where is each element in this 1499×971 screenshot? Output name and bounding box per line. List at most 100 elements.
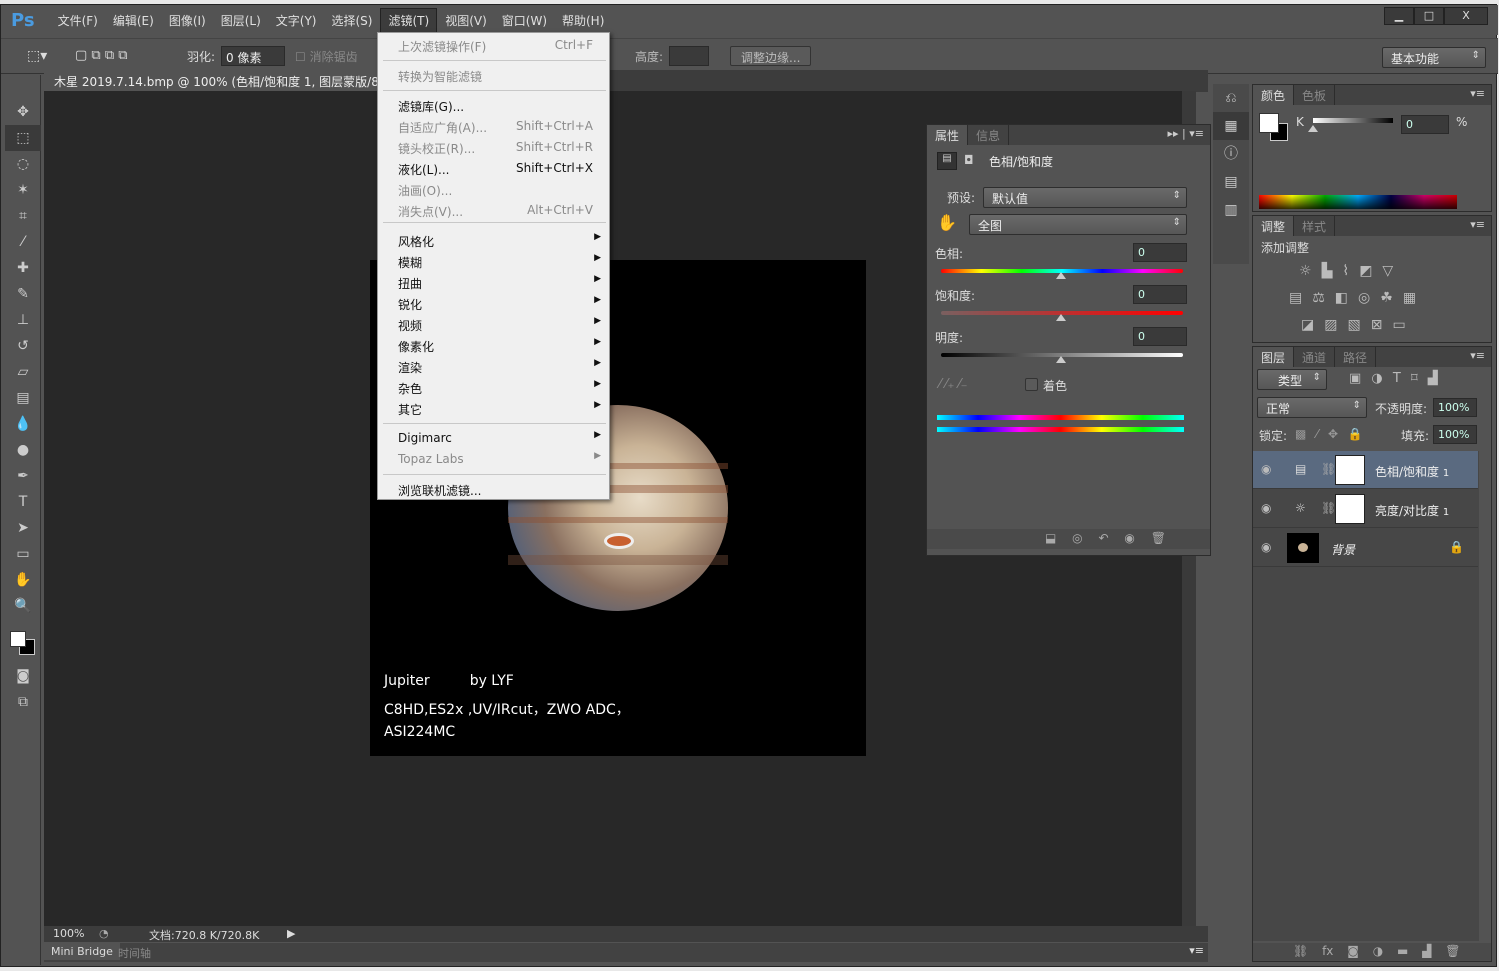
layer-name[interactable]: 背景: [1331, 541, 1355, 558]
new-group-icon[interactable]: ▬: [1397, 944, 1408, 958]
filter-menu-item[interactable]: 视频 ▶: [378, 315, 609, 336]
layer-name[interactable]: 色相/饱和度 1: [1375, 463, 1449, 480]
clip-to-layer-icon[interactable]: ⬓: [1045, 531, 1056, 545]
colorize-checkbox[interactable]: [1025, 378, 1038, 391]
delete-layer-icon[interactable]: 🗑: [1445, 944, 1460, 958]
pen-tool-icon[interactable]: ✒: [5, 463, 41, 489]
tab-mini-bridge[interactable]: Mini Bridge: [44, 943, 120, 960]
notes-icon[interactable]: ▥: [1213, 196, 1249, 224]
info-icon[interactable]: ⓘ: [1213, 140, 1249, 168]
menu-file[interactable]: 文件(F): [51, 9, 105, 32]
feather-input[interactable]: 0 像素: [221, 46, 285, 66]
new-layer-icon[interactable]: ▟: [1422, 944, 1431, 958]
marquee-preset-icon[interactable]: ⬚▾: [27, 48, 47, 64]
workspace-select[interactable]: 基本功能: [1382, 47, 1486, 68]
filter-menu-item[interactable]: 镜头校正(R)... Shift+Ctrl+R: [378, 138, 609, 159]
layer-row[interactable]: ◉ ▤ ⛓ 色相/饱和度 1: [1253, 451, 1478, 489]
zoom-tool-icon[interactable]: 🔍: [5, 593, 41, 619]
invert-icon[interactable]: ◪: [1301, 317, 1314, 333]
layer-filter-icons[interactable]: ▣ ◑ T ⌑ ▟: [1349, 371, 1438, 386]
magic-wand-tool-icon[interactable]: ✶: [5, 177, 41, 203]
document-tab[interactable]: 木星 2019.7.14.bmp @ 100% (色相/饱和度 1, 图层蒙版/…: [44, 70, 384, 92]
delete-icon[interactable]: 🗑: [1151, 531, 1166, 545]
quick-mask-icon[interactable]: ◙: [5, 663, 41, 689]
tab-properties[interactable]: 属性: [927, 125, 969, 145]
filter-menu-item[interactable]: Digimarc ▶: [378, 429, 609, 450]
eyedropper-tool-icon[interactable]: ⁄: [5, 229, 41, 255]
gradient-map-icon[interactable]: ▭: [1392, 317, 1405, 333]
hue-saturation-icon[interactable]: ▤: [1289, 290, 1302, 306]
maximize-button[interactable]: □: [1414, 7, 1444, 25]
saturation-input[interactable]: 0: [1133, 285, 1187, 304]
screen-mode-icon[interactable]: ⧉: [5, 689, 41, 715]
menu-edit[interactable]: 编辑(E): [106, 9, 161, 32]
history-brush-tool-icon[interactable]: ↺: [5, 333, 41, 359]
panel-menu-icon[interactable]: ▾≡: [1189, 944, 1204, 957]
menu-image[interactable]: 图像(I): [162, 9, 213, 32]
crop-tool-icon[interactable]: ⌗: [5, 203, 41, 229]
layer-mask-thumbnail[interactable]: [1335, 494, 1365, 524]
filter-menu-item[interactable]: 上次滤镜操作(F) Ctrl+F: [378, 36, 609, 57]
filter-menu-item[interactable]: 滤镜库(G)...: [378, 96, 609, 117]
marquee-tool-icon[interactable]: ⬚: [5, 125, 41, 151]
menu-type[interactable]: 文字(Y): [269, 9, 324, 32]
lasso-tool-icon[interactable]: ◌: [5, 151, 41, 177]
height-input[interactable]: [669, 46, 709, 66]
zoom-level[interactable]: 100%: [53, 927, 84, 940]
new-adjustment-icon[interactable]: ◑: [1373, 944, 1383, 958]
dodge-tool-icon[interactable]: ●: [5, 437, 41, 463]
gradient-tool-icon[interactable]: ▤: [5, 385, 41, 411]
curves-icon[interactable]: ⌇: [1342, 263, 1349, 279]
vibrance-icon[interactable]: ▽: [1382, 263, 1393, 279]
filter-menu-item[interactable]: 风格化 ▶: [378, 231, 609, 252]
brightness-icon[interactable]: ☼: [1299, 263, 1312, 279]
fill-input[interactable]: 100%: [1433, 425, 1477, 444]
status-icon[interactable]: ◔: [99, 927, 109, 940]
filter-menu-item[interactable]: 浏览联机滤镜...: [378, 480, 609, 501]
k-value-input[interactable]: 0: [1401, 115, 1449, 134]
range-select[interactable]: 全图: [969, 214, 1187, 235]
threshold-icon[interactable]: ▧: [1347, 317, 1360, 333]
mask-icon[interactable]: ◘: [964, 153, 974, 167]
color-lookup-icon[interactable]: ▦: [1403, 290, 1416, 306]
panel-menu-icon[interactable]: ▾≡: [1470, 87, 1485, 100]
color-swatches[interactable]: [5, 619, 40, 663]
move-tool-icon[interactable]: ✥: [5, 99, 41, 125]
filter-menu-item[interactable]: 杂色 ▶: [378, 378, 609, 399]
filter-menu-item[interactable]: Topaz Labs ▶: [378, 450, 609, 471]
lightness-slider-thumb[interactable]: [1056, 356, 1066, 363]
lightness-input[interactable]: 0: [1133, 327, 1187, 346]
panel-menu-icon[interactable]: ▸▸ | ▾≡: [1168, 127, 1204, 140]
menu-select[interactable]: 选择(S): [325, 9, 380, 32]
view-previous-icon[interactable]: ◎: [1072, 531, 1082, 545]
filter-menu-item[interactable]: 渲染 ▶: [378, 357, 609, 378]
target-adjust-hand-icon[interactable]: ✋: [937, 213, 957, 232]
tab-timeline[interactable]: 时间轴: [118, 945, 151, 961]
tab-channels[interactable]: 通道: [1294, 347, 1336, 367]
history-icon[interactable]: ⎌: [1213, 84, 1249, 112]
visibility-eye-icon[interactable]: ◉: [1261, 462, 1271, 476]
path-select-tool-icon[interactable]: ➤: [5, 515, 41, 541]
k-slider[interactable]: [1313, 118, 1393, 123]
filter-menu-item[interactable]: 油画(O)...: [378, 180, 609, 201]
posterize-icon[interactable]: ▨: [1324, 317, 1337, 333]
preset-select[interactable]: 默认值: [983, 187, 1187, 208]
filter-menu-item[interactable]: 其它 ▶: [378, 399, 609, 420]
healing-brush-tool-icon[interactable]: ✚: [5, 255, 41, 281]
stamp-tool-icon[interactable]: ⊥: [5, 307, 41, 333]
channel-mixer-icon[interactable]: ☘: [1380, 290, 1393, 306]
saturation-slider-thumb[interactable]: [1056, 314, 1066, 321]
layer-row[interactable]: ◉ 背景 🔒: [1253, 529, 1478, 567]
tab-layers[interactable]: 图层: [1253, 347, 1295, 367]
tab-color[interactable]: 颜色: [1253, 85, 1295, 105]
panel-menu-icon[interactable]: ▾≡: [1470, 218, 1485, 231]
photo-filter-icon[interactable]: ◎: [1358, 290, 1370, 306]
color-balance-icon[interactable]: ⚖: [1312, 290, 1325, 306]
foreground-color-swatch[interactable]: [1259, 113, 1279, 133]
eraser-tool-icon[interactable]: ▱: [5, 359, 41, 385]
close-button[interactable]: X: [1444, 7, 1488, 25]
properties-icon[interactable]: ▦: [1213, 112, 1249, 140]
tab-paths[interactable]: 路径: [1335, 347, 1377, 367]
visibility-eye-icon[interactable]: ◉: [1124, 531, 1134, 545]
link-icon[interactable]: ⛓: [1321, 501, 1336, 515]
